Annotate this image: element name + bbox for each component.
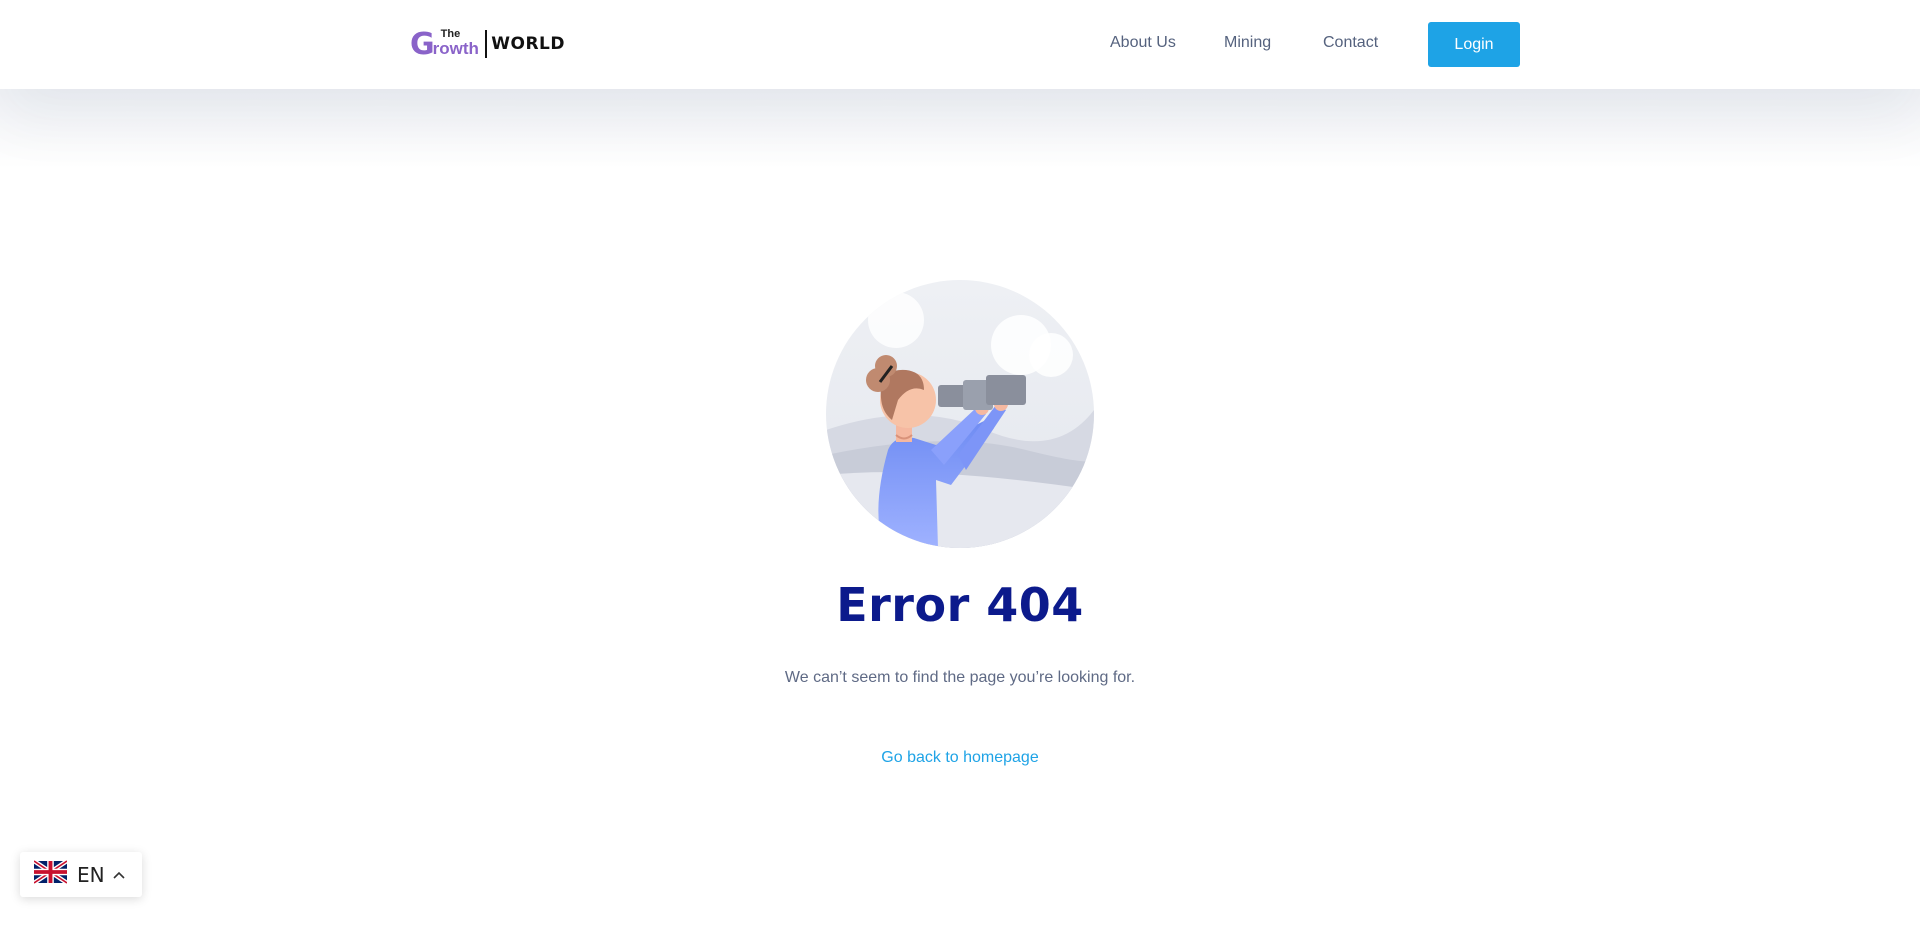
site-logo[interactable]: G The rowth WORLD <box>410 28 565 60</box>
logo-g: G <box>410 27 435 62</box>
logo-growth: rowth <box>432 39 479 58</box>
language-code: EN <box>77 862 105 887</box>
nav-contact[interactable]: Contact <box>1323 34 1378 52</box>
logo-divider <box>485 30 488 58</box>
go-back-home-link[interactable]: Go back to homepage <box>0 749 1920 767</box>
logo-world: WORLD <box>491 34 565 54</box>
language-switcher[interactable]: EN <box>20 852 142 897</box>
error-message: We can’t seem to find the page you’re lo… <box>784 669 1136 686</box>
page-title: Error 404 <box>836 578 1084 632</box>
chevron-up-icon <box>113 871 125 879</box>
uk-flag-icon <box>32 859 69 889</box>
nav-about-us[interactable]: About Us <box>1110 34 1176 52</box>
header-shadow <box>0 89 1920 169</box>
nav-mining[interactable]: Mining <box>1224 34 1271 52</box>
logo-the-growth: The rowth <box>433 28 483 60</box>
person-with-binoculars-illustration <box>826 280 1094 548</box>
login-button[interactable]: Login <box>1428 22 1520 67</box>
site-header: G The rowth WORLD About Us Mining Contac… <box>0 0 1920 89</box>
